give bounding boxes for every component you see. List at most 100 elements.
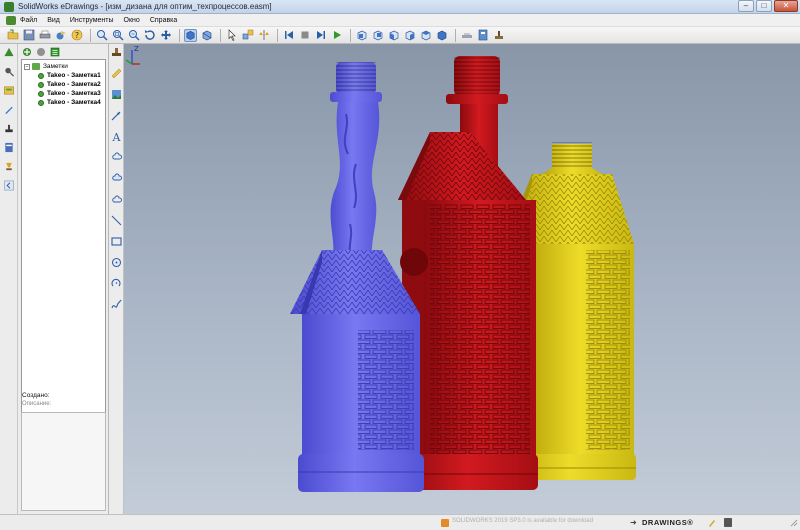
help-button[interactable]: ? bbox=[70, 29, 83, 42]
pencil-tab-icon[interactable] bbox=[3, 104, 15, 115]
lamp-tab-icon[interactable] bbox=[3, 161, 15, 172]
arc-tool-icon[interactable] bbox=[111, 278, 122, 289]
view-left-button[interactable] bbox=[387, 29, 400, 42]
sheets-tab-icon[interactable] bbox=[3, 85, 15, 96]
rss-icon[interactable] bbox=[441, 519, 449, 527]
menu-help[interactable]: Справка bbox=[150, 17, 177, 24]
view-top-icon bbox=[421, 30, 430, 41]
menu-view[interactable]: Вид bbox=[47, 17, 60, 24]
view-top-button[interactable] bbox=[419, 29, 432, 42]
stop-button[interactable] bbox=[298, 29, 311, 42]
zoom-fit-button[interactable] bbox=[95, 29, 108, 42]
markup-tab-icon[interactable] bbox=[3, 47, 15, 58]
print-button[interactable] bbox=[38, 29, 51, 42]
text-tool-icon[interactable]: A bbox=[111, 131, 122, 144]
shaded-button[interactable] bbox=[184, 28, 197, 42]
svg-text:A: A bbox=[112, 131, 122, 142]
leader-tool-icon[interactable] bbox=[111, 110, 122, 121]
ruler-tool-icon[interactable] bbox=[111, 68, 122, 79]
view-back-icon bbox=[373, 30, 382, 41]
note-icon bbox=[38, 90, 44, 97]
rotate-button[interactable] bbox=[143, 29, 156, 42]
database-tab-icon[interactable] bbox=[3, 142, 15, 153]
menu-tools[interactable]: Инструменты bbox=[70, 17, 114, 24]
update-notice[interactable]: SOLIDWORKS 2019 SP3.0 is available for d… bbox=[452, 518, 593, 524]
send-button[interactable] bbox=[54, 29, 67, 42]
note-icon bbox=[38, 99, 44, 106]
pan-button[interactable] bbox=[159, 29, 172, 42]
save-button[interactable] bbox=[22, 29, 35, 42]
zoom-area-button[interactable] bbox=[111, 29, 124, 42]
markup-list-icon[interactable] bbox=[50, 47, 60, 57]
explode-button[interactable] bbox=[241, 29, 254, 42]
next-icon bbox=[316, 31, 325, 39]
view-front-button[interactable] bbox=[355, 29, 368, 42]
collapse-panel-icon[interactable] bbox=[3, 180, 15, 191]
tools-icon[interactable] bbox=[724, 518, 732, 527]
first-button[interactable] bbox=[282, 29, 295, 42]
tree-item-note1[interactable]: Takeo - Заметка1 bbox=[24, 71, 103, 80]
created-label: Создано: bbox=[22, 392, 50, 399]
tree-item-note2[interactable]: Takeo - Заметка2 bbox=[24, 80, 103, 89]
note-icon bbox=[38, 72, 44, 79]
pan-icon bbox=[160, 30, 171, 40]
markup-panel: − Заметки Takeo - Заметка1 Takeo - Замет… bbox=[18, 44, 109, 514]
cloud-leader-icon[interactable] bbox=[111, 152, 122, 163]
tree-item-note4[interactable]: Takeo - Заметка4 bbox=[24, 98, 103, 107]
description-box[interactable] bbox=[21, 412, 106, 511]
components-tab-icon[interactable] bbox=[3, 66, 15, 77]
collapse-icon[interactable]: − bbox=[24, 63, 30, 70]
axis-z-label: Z bbox=[134, 45, 139, 53]
select-button[interactable] bbox=[225, 29, 238, 42]
view-front-icon bbox=[357, 30, 366, 41]
panel-tab-strip bbox=[0, 44, 18, 514]
view-right-button[interactable] bbox=[403, 29, 416, 42]
graphics-viewport[interactable]: Z bbox=[124, 44, 800, 514]
reply-markup-icon[interactable] bbox=[36, 47, 46, 57]
tree-root[interactable]: − Заметки bbox=[24, 62, 103, 71]
note-icon bbox=[38, 81, 44, 88]
open-button[interactable] bbox=[6, 29, 19, 42]
reset-button[interactable] bbox=[460, 29, 473, 42]
menu-window[interactable]: Окно bbox=[124, 17, 140, 24]
next-button[interactable] bbox=[314, 29, 327, 42]
tree-item-note3[interactable]: Takeo - Заметка3 bbox=[24, 89, 103, 98]
title-bar: SolidWorks eDrawings - [изм_дизана для о… bbox=[0, 0, 800, 14]
play-button[interactable] bbox=[330, 29, 343, 42]
app-icon bbox=[4, 1, 14, 12]
explode-icon bbox=[242, 29, 253, 40]
perspective-button[interactable] bbox=[200, 29, 213, 42]
menu-file[interactable]: Файл bbox=[20, 17, 37, 24]
resize-grip-icon[interactable] bbox=[790, 519, 798, 527]
view-back-button[interactable] bbox=[371, 29, 384, 42]
markup-tree: − Заметки Takeo - Заметка1 Takeo - Замет… bbox=[21, 59, 106, 435]
document-icon[interactable] bbox=[6, 15, 16, 25]
line-tool-icon[interactable] bbox=[111, 215, 122, 226]
view-iso-button[interactable] bbox=[435, 29, 448, 42]
book-button[interactable] bbox=[476, 29, 489, 42]
add-markup-icon[interactable] bbox=[22, 47, 32, 57]
save-icon bbox=[23, 29, 34, 41]
close-button[interactable]: ✕ bbox=[774, 0, 798, 12]
zoom-button[interactable] bbox=[127, 29, 140, 42]
circle-tool-icon[interactable] bbox=[111, 257, 122, 268]
measure-button[interactable] bbox=[257, 29, 270, 42]
image-tool-icon[interactable] bbox=[111, 89, 122, 100]
rectangle-tool-icon[interactable] bbox=[111, 236, 122, 247]
shaded-icon bbox=[186, 31, 195, 40]
stamp-tool-icon[interactable] bbox=[111, 47, 122, 58]
pencil-icon[interactable] bbox=[708, 518, 716, 527]
cloud-tool-icon[interactable] bbox=[111, 194, 122, 205]
window-controls: – □ ✕ bbox=[736, 0, 798, 12]
svg-text:?: ? bbox=[74, 31, 78, 40]
first-icon bbox=[284, 31, 293, 39]
tree-item-label: Takeo - Заметка4 bbox=[47, 99, 101, 106]
stamp-button[interactable] bbox=[492, 29, 505, 42]
cloud-text-icon[interactable] bbox=[111, 173, 122, 184]
tree-item-label: Takeo - Заметка1 bbox=[47, 72, 101, 79]
status-bar: SOLIDWORKS 2019 SP3.0 is available for d… bbox=[0, 514, 800, 530]
spline-tool-icon[interactable] bbox=[111, 299, 122, 310]
minimize-button[interactable]: – bbox=[738, 0, 754, 12]
stamp-tab-icon[interactable] bbox=[3, 123, 15, 134]
maximize-button[interactable]: □ bbox=[756, 0, 772, 12]
